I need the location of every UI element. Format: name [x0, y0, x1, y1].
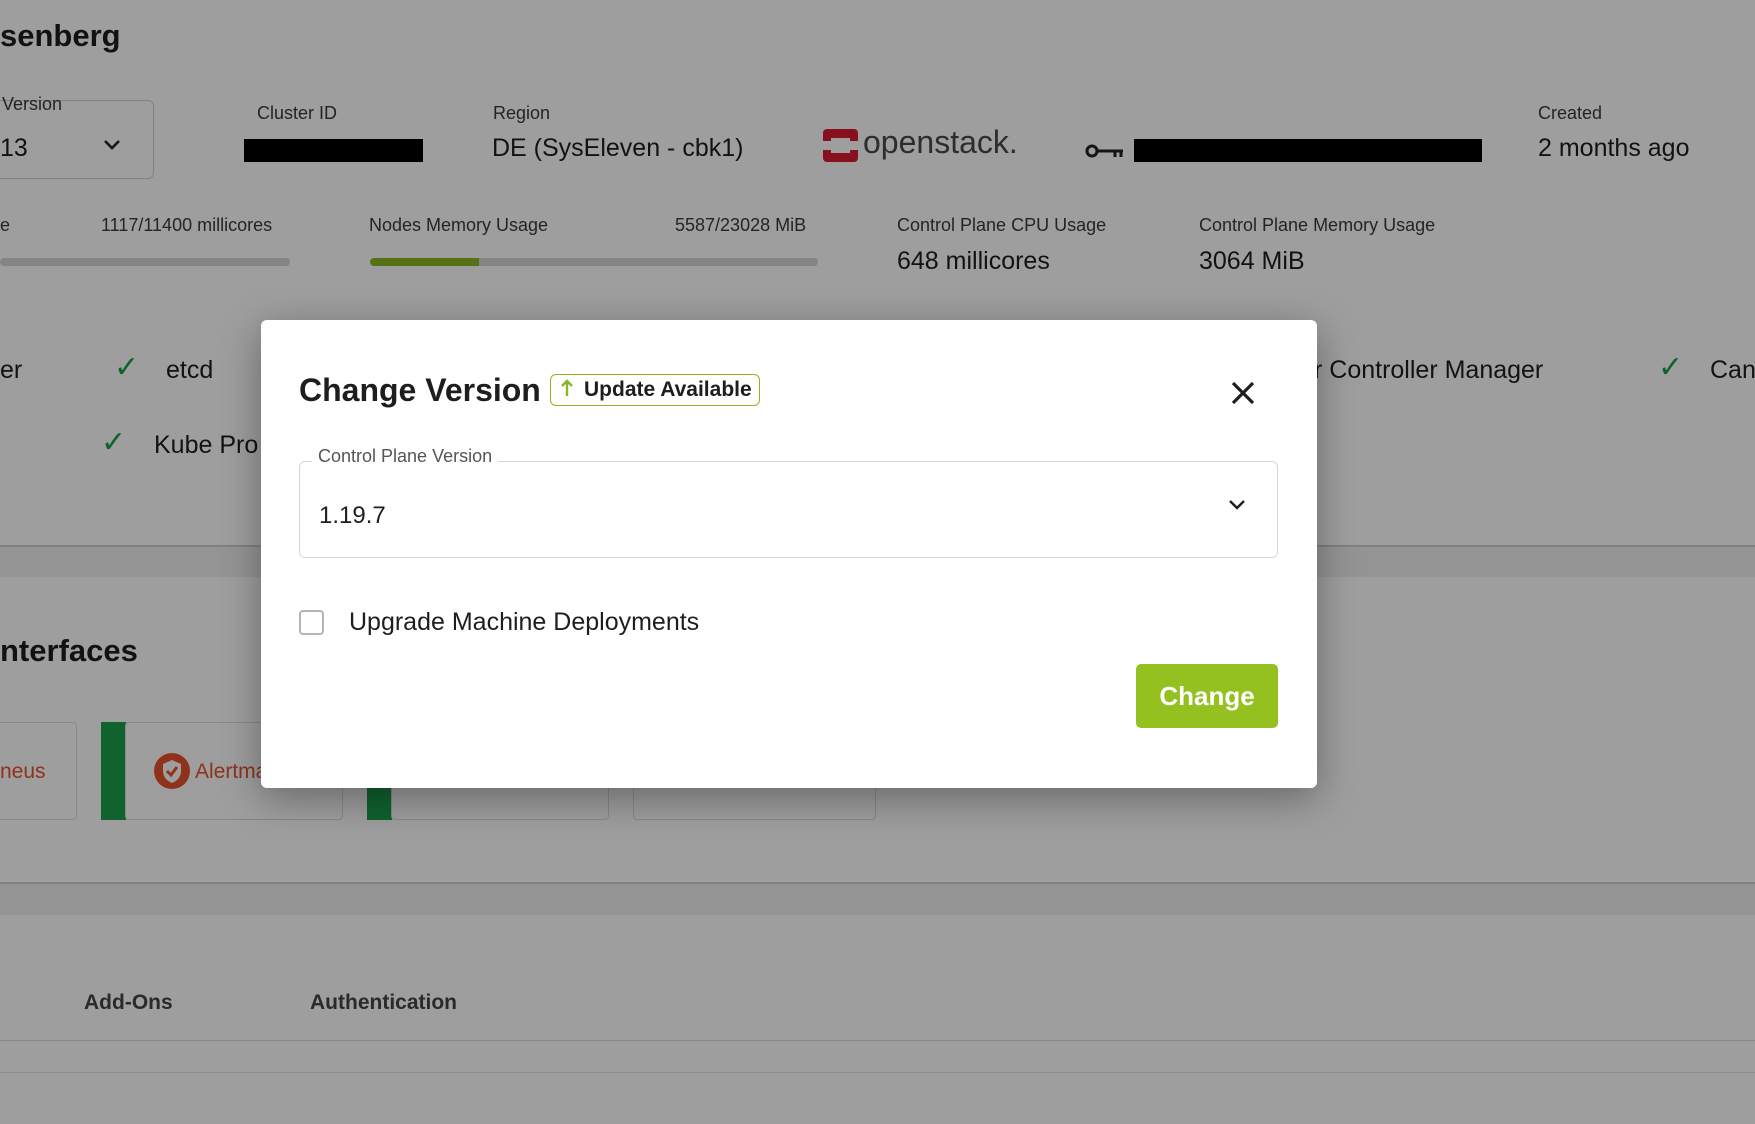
badge-label: Update Available: [584, 378, 752, 401]
update-available-badge: Update Available: [550, 374, 760, 406]
close-icon: [1231, 381, 1255, 405]
arrow-up-icon: [560, 378, 574, 403]
change-button[interactable]: Change: [1136, 664, 1278, 728]
upgrade-machine-deployments-checkbox[interactable]: [299, 610, 324, 635]
field-label: Control Plane Version: [312, 446, 499, 467]
dialog-title: Change Version: [299, 372, 541, 408]
chevron-down-icon: [1227, 498, 1247, 517]
selected-version: 1.19.7: [319, 502, 386, 529]
checkbox-label[interactable]: Upgrade Machine Deployments: [349, 608, 699, 637]
control-plane-version-select[interactable]: Control Plane Version 1.19.7: [299, 446, 1278, 558]
close-button[interactable]: [1225, 375, 1261, 411]
change-version-dialog: Change Version Update Available Control …: [261, 320, 1317, 788]
